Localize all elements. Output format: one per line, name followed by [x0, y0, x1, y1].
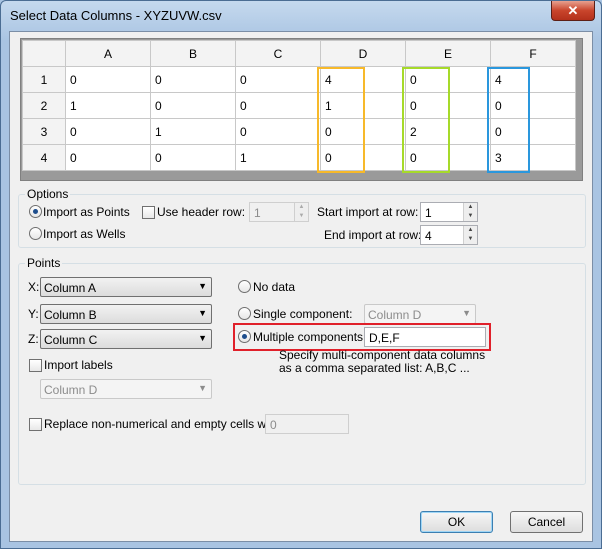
grid-corner — [22, 40, 66, 67]
row-header[interactable]: 2 — [22, 92, 66, 119]
column-d-highlight — [317, 67, 365, 173]
start-import-label: Start import at row: — [317, 205, 419, 219]
import-as-points-label[interactable]: Import as Points — [43, 205, 130, 219]
dropdown-arrow-icon: ▼ — [198, 281, 207, 291]
data-preview-grid: A B C D E F 1000404210010030100204001003 — [20, 38, 583, 181]
spin-up-icon[interactable]: ▲ — [463, 226, 477, 235]
labels-column-select: Column D ▼ — [40, 379, 212, 399]
multiple-components-radio[interactable] — [238, 330, 251, 343]
options-group-label: Options — [25, 187, 71, 201]
table-cell[interactable]: 0 — [65, 144, 151, 171]
labels-column-value: Column D — [44, 383, 98, 397]
table-cell[interactable]: 0 — [235, 92, 321, 119]
table-cell[interactable]: 0 — [150, 66, 236, 93]
import-as-points-radio[interactable] — [29, 205, 42, 218]
x-column-select[interactable]: Column A ▼ — [40, 277, 212, 297]
dropdown-arrow-icon: ▼ — [198, 308, 207, 318]
y-column-select[interactable]: Column B ▼ — [40, 304, 212, 324]
z-label: Z: — [28, 332, 39, 346]
x-label: X: — [28, 280, 40, 294]
row-header[interactable]: 1 — [22, 66, 66, 93]
column-header[interactable]: C — [235, 40, 321, 67]
title-bar: Select Data Columns - XYZUVW.csv ✕ — [1, 1, 601, 31]
spin-up-icon: ▲ — [294, 203, 308, 212]
row-header[interactable]: 4 — [22, 144, 66, 171]
points-group-label: Points — [25, 256, 63, 270]
start-import-spinner[interactable]: 1 ▲ ▼ — [420, 202, 478, 222]
no-data-label[interactable]: No data — [253, 280, 295, 294]
table-cell[interactable]: 0 — [150, 144, 236, 171]
header-row-spinner: 1 ▲ ▼ — [249, 202, 309, 222]
no-data-radio[interactable] — [238, 280, 251, 293]
points-group: Points X: Column A ▼ Y: Column B ▼ Z: Co… — [18, 256, 586, 485]
column-header[interactable]: A — [65, 40, 151, 67]
grid-header-row: A B C D E F — [22, 40, 576, 67]
multiple-components-label[interactable]: Multiple components: — [253, 330, 366, 344]
table-cell[interactable]: 1 — [150, 118, 236, 145]
use-header-row-label[interactable]: Use header row: — [157, 205, 245, 219]
end-import-label: End import at row: — [324, 228, 422, 242]
row-header[interactable]: 3 — [22, 118, 66, 145]
import-labels-label[interactable]: Import labels — [44, 358, 113, 372]
table-cell[interactable]: 0 — [65, 66, 151, 93]
single-component-label[interactable]: Single component: — [253, 307, 352, 321]
dialog-window: Select Data Columns - XYZUVW.csv ✕ A B C… — [0, 0, 602, 549]
cancel-button[interactable]: Cancel — [510, 511, 583, 533]
spin-down-icon[interactable]: ▼ — [463, 212, 477, 221]
replace-cells-label[interactable]: Replace non-numerical and empty cells wi… — [44, 417, 282, 431]
spin-up-icon[interactable]: ▲ — [463, 203, 477, 212]
end-import-spinner[interactable]: 4 ▲ ▼ — [420, 225, 478, 245]
z-column-value: Column C — [44, 333, 98, 347]
single-component-value: Column D — [368, 308, 422, 322]
replace-cells-checkbox[interactable] — [29, 418, 42, 431]
import-labels-checkbox[interactable] — [29, 359, 42, 372]
import-as-wells-radio[interactable] — [29, 227, 42, 240]
spin-down-icon: ▼ — [294, 212, 308, 221]
y-label: Y: — [28, 307, 39, 321]
column-e-highlight — [402, 67, 450, 173]
x-column-value: Column A — [44, 281, 97, 295]
table-cell[interactable]: 0 — [65, 118, 151, 145]
column-header[interactable]: E — [405, 40, 491, 67]
replace-value: 0 — [270, 418, 277, 432]
column-f-highlight — [487, 67, 530, 173]
options-group: Options Import as Points Import as Wells… — [18, 187, 586, 248]
end-import-value[interactable]: 4 — [425, 229, 432, 243]
dropdown-arrow-icon: ▼ — [198, 383, 207, 393]
column-header[interactable]: B — [150, 40, 236, 67]
dropdown-arrow-icon: ▼ — [198, 333, 207, 343]
table-cell[interactable]: 0 — [150, 92, 236, 119]
multiple-components-value[interactable]: D,E,F — [369, 331, 400, 345]
table-cell[interactable]: 0 — [235, 118, 321, 145]
dialog-client: A B C D E F 1000404210010030100204001003… — [9, 31, 593, 542]
single-component-radio[interactable] — [238, 307, 251, 320]
replace-value-input: 0 — [265, 414, 349, 434]
import-as-wells-label[interactable]: Import as Wells — [43, 227, 125, 241]
multiple-components-hint: Specify multi-component data columns as … — [279, 348, 486, 375]
table-cell[interactable]: 0 — [235, 66, 321, 93]
table-cell[interactable]: 1 — [235, 144, 321, 171]
spin-down-icon[interactable]: ▼ — [463, 235, 477, 244]
close-button[interactable]: ✕ — [551, 1, 595, 21]
z-column-select[interactable]: Column C ▼ — [40, 329, 212, 349]
ok-button[interactable]: OK — [420, 511, 493, 533]
window-title: Select Data Columns - XYZUVW.csv — [10, 8, 222, 23]
header-row-value: 1 — [254, 206, 261, 220]
use-header-row-checkbox[interactable] — [142, 206, 155, 219]
multiple-components-input[interactable]: D,E,F — [364, 327, 486, 347]
column-header[interactable]: F — [490, 40, 576, 67]
column-header[interactable]: D — [320, 40, 406, 67]
dropdown-arrow-icon: ▼ — [462, 308, 471, 318]
table-cell[interactable]: 1 — [65, 92, 151, 119]
y-column-value: Column B — [44, 308, 97, 322]
start-import-value[interactable]: 1 — [425, 206, 432, 220]
single-component-select: Column D ▼ — [364, 304, 476, 324]
